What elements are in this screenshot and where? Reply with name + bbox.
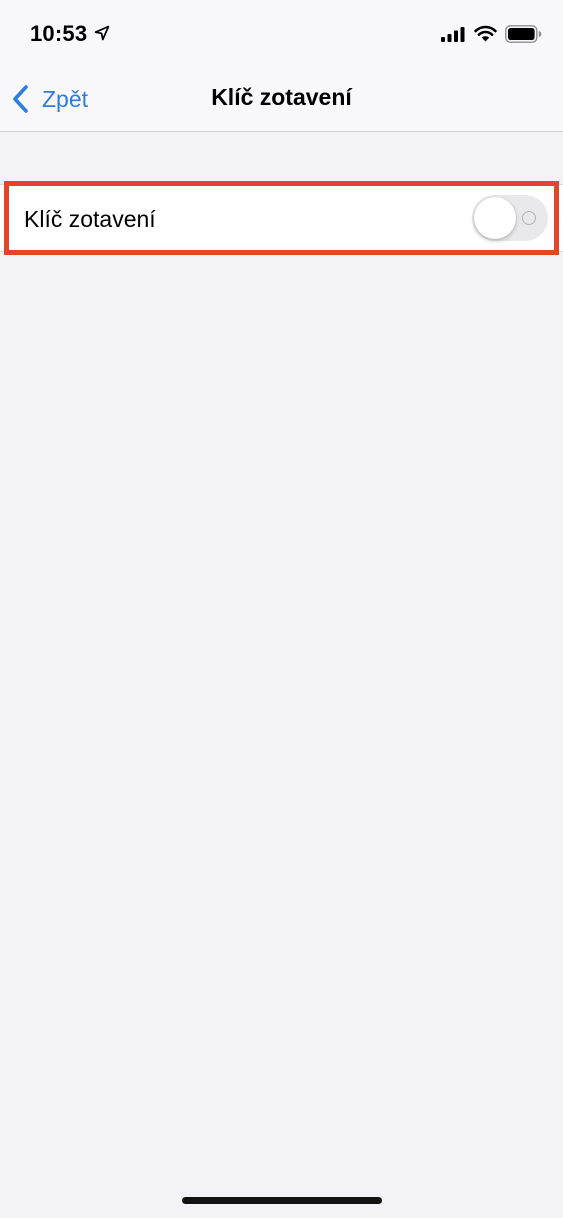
page-title: Klíč zotavení [211,84,352,110]
location-arrow-icon [94,25,110,41]
highlight-annotation [4,181,559,255]
navigation-bar: Zpět Klíč zotavení [0,64,563,132]
screen: 10:53 Zpět Klíč zotavení Klíč zotavení [0,0,563,1218]
wifi-icon [474,25,497,42]
battery-icon [505,25,542,43]
top-bar: 10:53 Zpět Klíč zotavení [0,0,563,132]
home-indicator[interactable] [182,1197,382,1204]
cellular-signal-icon [441,27,465,42]
status-bar: 10:53 [0,0,563,64]
status-time: 10:53 [30,21,88,46]
